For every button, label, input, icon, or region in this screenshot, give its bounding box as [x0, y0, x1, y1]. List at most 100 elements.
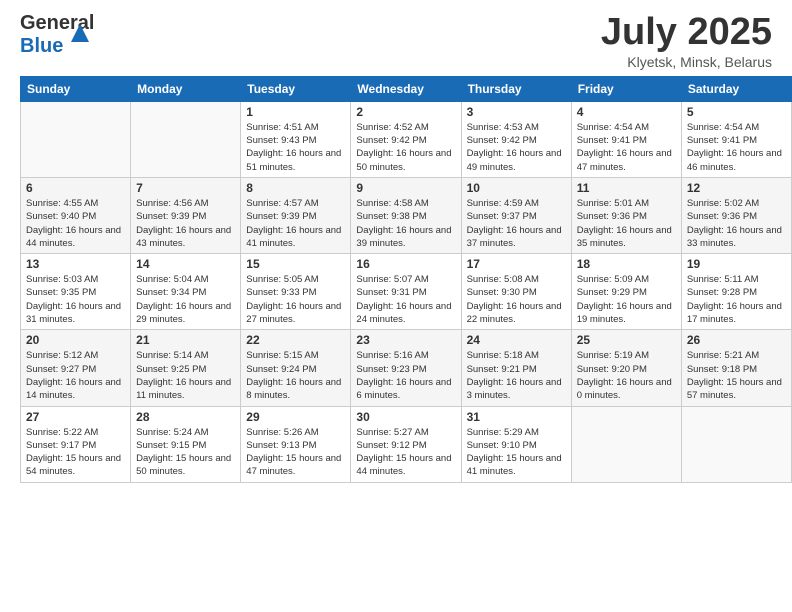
day-info: Sunrise: 4:54 AM Sunset: 9:41 PM Dayligh…: [687, 121, 786, 174]
day-info: Sunrise: 5:15 AM Sunset: 9:24 PM Dayligh…: [246, 349, 345, 402]
day-number: 22: [246, 333, 345, 347]
day-info: Sunrise: 4:53 AM Sunset: 9:42 PM Dayligh…: [467, 121, 566, 174]
logo-arrow-icon: [71, 24, 89, 47]
day-number: 4: [577, 105, 676, 119]
day-info: Sunrise: 5:19 AM Sunset: 9:20 PM Dayligh…: [577, 349, 676, 402]
day-cell-12: 12 Sunrise: 5:02 AM Sunset: 9:36 PM Dayli…: [681, 177, 791, 253]
calendar-week-3: 13 Sunrise: 5:03 AM Sunset: 9:35 PM Dayli…: [21, 254, 792, 330]
calendar-week-4: 20 Sunrise: 5:12 AM Sunset: 9:27 PM Dayli…: [21, 330, 792, 406]
day-cell-10: 10 Sunrise: 4:59 AM Sunset: 9:37 PM Dayli…: [461, 177, 571, 253]
day-cell-2: 2Sunrise: 4:52 AM Sunset: 9:42 PM Daylig…: [351, 101, 461, 177]
day-cell-13: 13 Sunrise: 5:03 AM Sunset: 9:35 PM Dayli…: [21, 254, 131, 330]
day-header-tuesday: Tuesday: [241, 76, 351, 101]
day-number: 3: [467, 105, 566, 119]
day-info: Sunrise: 5:01 AM Sunset: 9:36 PM Dayligh…: [577, 197, 676, 250]
day-cell-24: 24Sunrise: 5:18 AM Sunset: 9:21 PM Dayli…: [461, 330, 571, 406]
day-number: 9: [356, 181, 455, 195]
day-cell-27: 27 Sunrise: 5:22 AM Sunset: 9:17 PM Dayli…: [21, 406, 131, 482]
day-info: Sunrise: 4:59 AM Sunset: 9:37 PM Dayligh…: [467, 197, 566, 250]
day-cell-11: 11Sunrise: 5:01 AM Sunset: 9:36 PM Dayli…: [571, 177, 681, 253]
day-header-saturday: Saturday: [681, 76, 791, 101]
calendar-header: SundayMondayTuesdayWednesdayThursdayFrid…: [21, 76, 792, 101]
day-header-sunday: Sunday: [21, 76, 131, 101]
day-cell-14: 14 Sunrise: 5:04 AM Sunset: 9:34 PM Dayli…: [131, 254, 241, 330]
logo: General Blue: [20, 12, 94, 57]
day-info: Sunrise: 4:54 AM Sunset: 9:41 PM Dayligh…: [577, 121, 676, 174]
day-number: 17: [467, 257, 566, 271]
day-info: Sunrise: 4:56 AM Sunset: 9:39 PM Dayligh…: [136, 197, 235, 250]
day-info: Sunrise: 5:03 AM Sunset: 9:35 PM Dayligh…: [26, 273, 125, 326]
calendar-wrap: SundayMondayTuesdayWednesdayThursdayFrid…: [0, 76, 792, 483]
day-info: Sunrise: 4:55 AM Sunset: 9:40 PM Dayligh…: [26, 197, 125, 250]
day-info: Sunrise: 5:16 AM Sunset: 9:23 PM Dayligh…: [356, 349, 455, 402]
day-header-monday: Monday: [131, 76, 241, 101]
day-header-thursday: Thursday: [461, 76, 571, 101]
day-number: 2: [356, 105, 455, 119]
day-header-wednesday: Wednesday: [351, 76, 461, 101]
logo-blue: Blue: [20, 35, 63, 57]
day-info: Sunrise: 5:29 AM Sunset: 9:10 PM Dayligh…: [467, 426, 566, 479]
sub-title: Klyetsk, Minsk, Belarus: [601, 54, 772, 70]
day-cell-19: 19Sunrise: 5:11 AM Sunset: 9:28 PM Dayli…: [681, 254, 791, 330]
main-title: July 2025: [601, 12, 772, 54]
day-number: 28: [136, 410, 235, 424]
calendar-week-2: 6 Sunrise: 4:55 AM Sunset: 9:40 PM Daylig…: [21, 177, 792, 253]
day-number: 5: [687, 105, 786, 119]
day-info: Sunrise: 5:08 AM Sunset: 9:30 PM Dayligh…: [467, 273, 566, 326]
day-info: Sunrise: 4:51 AM Sunset: 9:43 PM Dayligh…: [246, 121, 345, 174]
day-cell-1: 1 Sunrise: 4:51 AM Sunset: 9:43 PM Daylig…: [241, 101, 351, 177]
day-info: Sunrise: 5:07 AM Sunset: 9:31 PM Dayligh…: [356, 273, 455, 326]
day-number: 6: [26, 181, 125, 195]
day-info: Sunrise: 4:58 AM Sunset: 9:38 PM Dayligh…: [356, 197, 455, 250]
day-number: 18: [577, 257, 676, 271]
day-number: 29: [246, 410, 345, 424]
day-cell-15: 15Sunrise: 5:05 AM Sunset: 9:33 PM Dayli…: [241, 254, 351, 330]
day-number: 13: [26, 257, 125, 271]
day-cell-17: 17 Sunrise: 5:08 AM Sunset: 9:30 PM Dayli…: [461, 254, 571, 330]
day-info: Sunrise: 5:04 AM Sunset: 9:34 PM Dayligh…: [136, 273, 235, 326]
day-number: 10: [467, 181, 566, 195]
day-number: 27: [26, 410, 125, 424]
day-number: 14: [136, 257, 235, 271]
day-info: Sunrise: 5:18 AM Sunset: 9:21 PM Dayligh…: [467, 349, 566, 402]
day-number: 31: [467, 410, 566, 424]
day-number: 8: [246, 181, 345, 195]
day-header-friday: Friday: [571, 76, 681, 101]
day-cell-3: 3 Sunrise: 4:53 AM Sunset: 9:42 PM Daylig…: [461, 101, 571, 177]
day-info: Sunrise: 5:22 AM Sunset: 9:17 PM Dayligh…: [26, 426, 125, 479]
day-cell-28: 28 Sunrise: 5:24 AM Sunset: 9:15 PM Dayli…: [131, 406, 241, 482]
day-cell-26: 26Sunrise: 5:21 AM Sunset: 9:18 PM Dayli…: [681, 330, 791, 406]
calendar-week-5: 27 Sunrise: 5:22 AM Sunset: 9:17 PM Dayli…: [21, 406, 792, 482]
day-cell-21: 21 Sunrise: 5:14 AM Sunset: 9:25 PM Dayli…: [131, 330, 241, 406]
day-cell-9: 9 Sunrise: 4:58 AM Sunset: 9:38 PM Daylig…: [351, 177, 461, 253]
calendar-table: SundayMondayTuesdayWednesdayThursdayFrid…: [20, 76, 792, 483]
day-cell-5: 5 Sunrise: 4:54 AM Sunset: 9:41 PM Daylig…: [681, 101, 791, 177]
day-info: Sunrise: 5:02 AM Sunset: 9:36 PM Dayligh…: [687, 197, 786, 250]
day-cell-20: 20 Sunrise: 5:12 AM Sunset: 9:27 PM Dayli…: [21, 330, 131, 406]
title-block: July 2025 Klyetsk, Minsk, Belarus: [601, 12, 772, 70]
day-info: Sunrise: 5:24 AM Sunset: 9:15 PM Dayligh…: [136, 426, 235, 479]
day-number: 20: [26, 333, 125, 347]
day-number: 1: [246, 105, 345, 119]
day-info: Sunrise: 5:14 AM Sunset: 9:25 PM Dayligh…: [136, 349, 235, 402]
empty-cell: [21, 101, 131, 177]
day-cell-7: 7Sunrise: 4:56 AM Sunset: 9:39 PM Daylig…: [131, 177, 241, 253]
day-cell-18: 18Sunrise: 5:09 AM Sunset: 9:29 PM Dayli…: [571, 254, 681, 330]
empty-cell: [681, 406, 791, 482]
day-number: 15: [246, 257, 345, 271]
day-number: 23: [356, 333, 455, 347]
day-number: 16: [356, 257, 455, 271]
day-number: 12: [687, 181, 786, 195]
calendar-week-1: 1 Sunrise: 4:51 AM Sunset: 9:43 PM Daylig…: [21, 101, 792, 177]
calendar-body: 1 Sunrise: 4:51 AM Sunset: 9:43 PM Daylig…: [21, 101, 792, 482]
day-number: 19: [687, 257, 786, 271]
day-info: Sunrise: 5:12 AM Sunset: 9:27 PM Dayligh…: [26, 349, 125, 402]
day-cell-8: 8 Sunrise: 4:57 AM Sunset: 9:39 PM Daylig…: [241, 177, 351, 253]
day-cell-23: 23 Sunrise: 5:16 AM Sunset: 9:23 PM Dayli…: [351, 330, 461, 406]
day-cell-25: 25Sunrise: 5:19 AM Sunset: 9:20 PM Dayli…: [571, 330, 681, 406]
day-number: 21: [136, 333, 235, 347]
empty-cell: [131, 101, 241, 177]
day-cell-16: 16 Sunrise: 5:07 AM Sunset: 9:31 PM Dayli…: [351, 254, 461, 330]
page-container: General Blue July 2025 Klyetsk, Minsk, B…: [0, 0, 792, 483]
day-info: Sunrise: 4:57 AM Sunset: 9:39 PM Dayligh…: [246, 197, 345, 250]
